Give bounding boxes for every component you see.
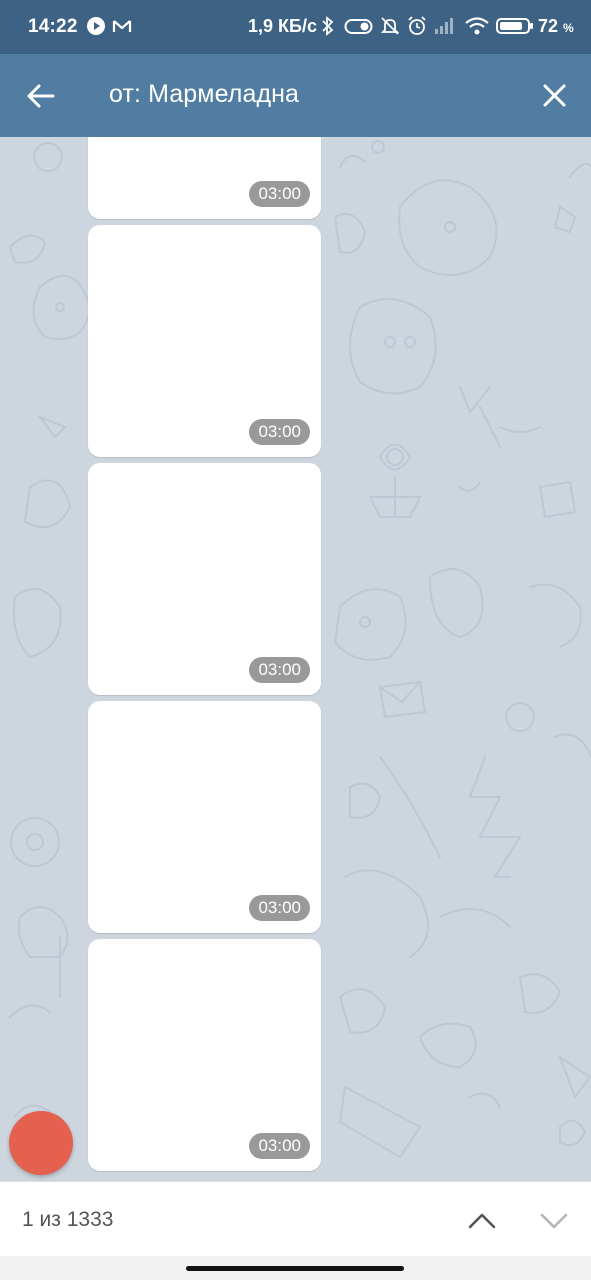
arrow-left-icon [27, 84, 55, 108]
message-time: 03:00 [249, 1133, 310, 1159]
search-query[interactable]: от: Мармеладна [109, 80, 299, 109]
chat-area[interactable]: 03:00 03:00 03:00 03:00 03:00 [0, 137, 591, 1181]
close-icon [543, 84, 566, 107]
message-bubble[interactable]: 03:00 [88, 225, 321, 457]
message-bubble[interactable]: 03:00 [88, 701, 321, 933]
status-bar: 14:22 1,9 КБ/с 72 % [0, 0, 591, 54]
mute-bell-icon [380, 16, 400, 41]
message-time: 03:00 [249, 895, 310, 921]
search-result-counter: 1 из 1333 [22, 1208, 114, 1231]
wifi-icon [464, 16, 490, 41]
gesture-area [0, 1256, 591, 1280]
next-result-button[interactable] [532, 1200, 576, 1240]
message-bubble[interactable]: 03:00 [88, 137, 321, 219]
battery-percent: 72 % [538, 16, 574, 36]
signal-icon [434, 16, 456, 41]
battery-icon [496, 16, 534, 41]
message-time: 03:00 [249, 181, 310, 207]
status-time: 14:22 [28, 16, 78, 37]
alarm-icon [406, 16, 428, 41]
home-gesture-bar[interactable] [186, 1266, 404, 1271]
message-bubble[interactable]: 03:00 [88, 939, 321, 1171]
avatar[interactable] [9, 1111, 73, 1175]
gmail-icon [112, 16, 132, 41]
search-results-bar: 1 из 1333 [0, 1181, 591, 1256]
close-button[interactable] [532, 74, 576, 118]
toggle-icon [344, 16, 374, 41]
bluetooth-icon [320, 16, 336, 41]
previous-result-button[interactable] [460, 1200, 504, 1240]
search-header: от: Мармеладна [0, 54, 591, 137]
message-bubble[interactable]: 03:00 [88, 463, 321, 695]
message-time: 03:00 [249, 657, 310, 683]
play-icon [86, 16, 106, 41]
back-button[interactable] [20, 74, 64, 118]
chevron-down-icon [540, 1213, 568, 1229]
network-speed: 1,9 КБ/с [248, 16, 317, 36]
chevron-up-icon [468, 1213, 496, 1229]
message-time: 03:00 [249, 419, 310, 445]
